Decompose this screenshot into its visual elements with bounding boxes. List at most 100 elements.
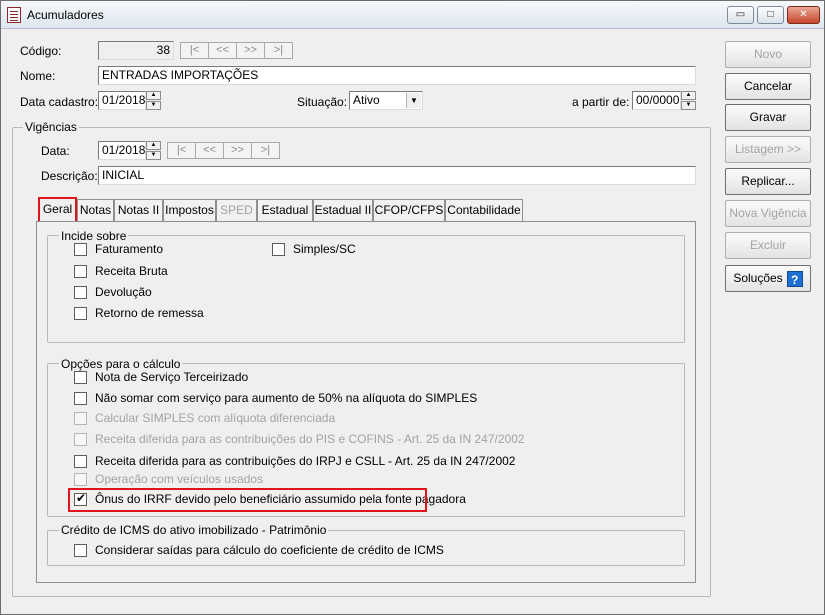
help-icon: ?	[786, 270, 803, 287]
spin-down-icon[interactable]: ▼	[146, 151, 161, 160]
receita-diferida-pis-label: Receita diferida para as contribuições d…	[95, 432, 525, 446]
checkbox-box	[74, 472, 87, 486]
tab-notas[interactable]: Notas	[77, 199, 114, 221]
situacao-label: Situação:	[297, 95, 348, 109]
considerar-saidas-label: Considerar saídas para cálculo do coefic…	[95, 543, 444, 557]
minimize-button[interactable]: ▭	[727, 6, 754, 24]
spin-up-icon[interactable]: ▲	[681, 91, 696, 100]
spin-down-icon[interactable]: ▼	[681, 101, 696, 110]
novo-button: Novo	[725, 41, 811, 68]
onus-irrf-highlight	[68, 488, 427, 512]
nao-somar-label: Não somar com serviço para aumento de 50…	[95, 391, 478, 405]
vig-data-field[interactable]: 01/2018	[98, 141, 146, 160]
tab-sped: SPED	[216, 199, 257, 221]
faturamento-checkbox[interactable]: Faturamento	[74, 242, 163, 256]
receita-diferida-pis-cofins-checkbox: Receita diferida para as contribuições d…	[74, 432, 525, 446]
vig-data-spinner[interactable]: ▲ ▼	[146, 141, 161, 160]
acumuladores-window: Acumuladores ▭ □ ✕ Código: 38 |< << >> >…	[0, 0, 825, 615]
nav-last-button[interactable]: >|	[264, 42, 293, 59]
tab-estadual[interactable]: Estadual	[257, 199, 313, 221]
receita-bruta-checkbox[interactable]: Receita Bruta	[74, 264, 168, 278]
vig-nav-first-button[interactable]: |<	[167, 142, 196, 159]
window-title: Acumuladores	[27, 8, 104, 22]
calcular-simples-label: Calcular SIMPLES com alíquota diferencia…	[95, 411, 336, 425]
operacao-veiculos-usados-checkbox: Operação com veículos usados	[74, 472, 263, 486]
checkbox-box[interactable]	[74, 306, 87, 320]
receita-diferida-irpj-label: Receita diferida para as contribuições d…	[95, 454, 516, 468]
document-icon	[7, 7, 21, 23]
maximize-button[interactable]: □	[757, 6, 784, 24]
vigencias-title: Vigências	[23, 120, 79, 134]
data-cadastro-spinner[interactable]: ▲ ▼	[146, 91, 161, 110]
receita-diferida-irpj-csll-checkbox[interactable]: Receita diferida para as contribuições d…	[74, 454, 515, 468]
checkbox-box[interactable]	[74, 285, 87, 299]
faturamento-label: Faturamento	[95, 242, 164, 256]
nota-servico-label: Nota de Serviço Terceirizado	[95, 370, 249, 384]
descricao-field[interactable]: INICIAL	[98, 166, 696, 185]
nova-vigencia-button: Nova Vigência	[725, 200, 811, 227]
nav-first-button[interactable]: |<	[180, 42, 209, 59]
considerar-saidas-checkbox[interactable]: Considerar saídas para cálculo do coefic…	[74, 543, 444, 557]
data-cadastro-label: Data cadastro:	[20, 95, 99, 109]
a-partir-label: a partir de:	[572, 95, 630, 109]
gravar-button[interactable]: Gravar	[725, 104, 811, 131]
excluir-vigencia-button: Excluir Vigência	[725, 232, 811, 277]
nav-prev-button[interactable]: <<	[208, 42, 237, 59]
simples-sc-checkbox[interactable]: Simples/SC	[272, 242, 356, 256]
tab-geral[interactable]: Geral	[38, 197, 77, 221]
devolucao-checkbox[interactable]: Devolução	[74, 285, 152, 299]
nota-servico-terceirizado-checkbox[interactable]: Nota de Serviço Terceirizado	[74, 370, 248, 384]
retorno-remessa-label: Retorno de remessa	[95, 306, 204, 320]
nome-field[interactable]: ENTRADAS IMPORTAÇÕES	[98, 66, 696, 85]
situacao-value: Ativo	[353, 93, 380, 107]
checkbox-box	[74, 432, 87, 446]
checkbox-box[interactable]	[74, 543, 87, 557]
vig-data-label: Data:	[41, 144, 70, 158]
incide-sobre-title: Incide sobre	[59, 229, 129, 243]
checkbox-box[interactable]	[74, 391, 87, 405]
descricao-label: Descrição:	[41, 169, 98, 183]
nao-somar-servico-checkbox[interactable]: Não somar com serviço para aumento de 50…	[74, 391, 477, 405]
devolucao-label: Devolução	[95, 285, 152, 299]
title-bar: Acumuladores ▭ □ ✕	[1, 1, 824, 29]
situacao-select[interactable]: Ativo ▼	[349, 91, 423, 110]
listagem-button: Listagem >>	[725, 136, 811, 163]
checkbox-box[interactable]	[74, 264, 87, 278]
operacao-veiculos-label: Operação com veículos usados	[95, 472, 264, 486]
replicar-button[interactable]: Replicar...	[725, 168, 811, 195]
receita-bruta-label: Receita Bruta	[95, 264, 168, 278]
vig-nav-last-button[interactable]: >|	[251, 142, 280, 159]
checkbox-box[interactable]	[74, 454, 87, 468]
calcular-simples-checkbox: Calcular SIMPLES com alíquota diferencia…	[74, 411, 335, 425]
retorno-remessa-checkbox[interactable]: Retorno de remessa	[74, 306, 204, 320]
nav-next-button[interactable]: >>	[236, 42, 265, 59]
codigo-field[interactable]: 38	[98, 41, 174, 60]
spin-up-icon[interactable]: ▲	[146, 91, 161, 100]
a-partir-field[interactable]: 00/0000	[632, 91, 681, 110]
checkbox-box[interactable]	[74, 242, 87, 256]
tab-cfop-cfps[interactable]: CFOP/CFPS	[373, 199, 445, 221]
solucoes-button[interactable]: Soluções?	[725, 265, 811, 292]
tab-impostos[interactable]: Impostos	[163, 199, 216, 221]
checkbox-box[interactable]	[74, 370, 87, 384]
checkbox-box[interactable]	[272, 242, 285, 256]
tab-notas-ii[interactable]: Notas II	[114, 199, 163, 221]
codigo-label: Código:	[20, 44, 62, 58]
chevron-down-icon[interactable]: ▼	[406, 93, 421, 108]
vig-nav-prev-button[interactable]: <<	[195, 142, 224, 159]
simples-sc-label: Simples/SC	[293, 242, 356, 256]
nome-label: Nome:	[20, 69, 56, 83]
spin-down-icon[interactable]: ▼	[146, 101, 161, 110]
credito-icms-title: Crédito de ICMS do ativo imobilizado - P…	[59, 523, 329, 537]
a-partir-spinner[interactable]: ▲ ▼	[681, 91, 696, 110]
tab-estadual-ii[interactable]: Estadual II	[313, 199, 373, 221]
opcoes-calculo-title: Opções para o cálculo	[59, 357, 183, 371]
data-cadastro-field[interactable]: 01/2018	[98, 91, 146, 110]
solucoes-label: Soluções	[733, 271, 783, 285]
close-button[interactable]: ✕	[787, 6, 820, 24]
checkbox-box	[74, 411, 87, 425]
cancelar-button[interactable]: Cancelar	[725, 73, 811, 100]
tab-contabilidade[interactable]: Contabilidade	[445, 199, 523, 221]
vig-nav-next-button[interactable]: >>	[223, 142, 252, 159]
spin-up-icon[interactable]: ▲	[146, 141, 161, 150]
